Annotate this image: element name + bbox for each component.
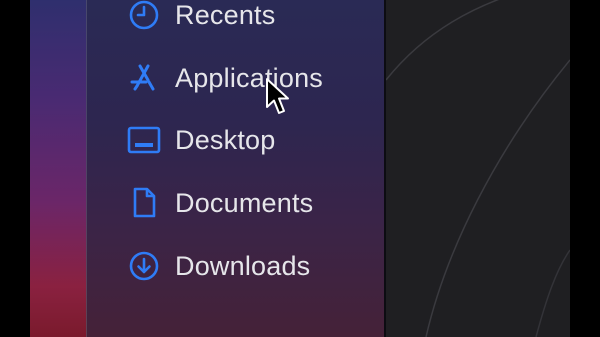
clock-icon <box>127 0 161 32</box>
finder-window-crop: Recents Applications Desktop Documents D… <box>0 0 600 337</box>
sidebar-item-applications[interactable]: Applications <box>127 56 323 100</box>
background-arc-decoration <box>386 0 570 337</box>
sidebar-item-label: Applications <box>175 62 323 93</box>
download-icon <box>127 249 161 283</box>
screen-edge <box>570 0 600 337</box>
finder-content-area[interactable] <box>386 0 570 337</box>
sidebar-item-label: Recents <box>175 0 276 30</box>
sidebar-item-documents[interactable]: Documents <box>127 181 313 225</box>
desktop-wallpaper <box>30 0 88 337</box>
sidebar-item-desktop[interactable]: Desktop <box>127 118 275 162</box>
sidebar-item-label: Documents <box>175 187 314 218</box>
applications-icon <box>127 61 161 95</box>
sidebar-item-label: Downloads <box>175 250 311 281</box>
desktop-icon <box>127 123 161 157</box>
sidebar-item-downloads[interactable]: Downloads <box>127 244 310 288</box>
sidebar-item-recents[interactable]: Recents <box>127 0 275 37</box>
sidebar-item-label: Desktop <box>175 124 276 155</box>
finder-sidebar: Recents Applications Desktop Documents D… <box>86 0 386 337</box>
document-icon <box>127 186 161 220</box>
